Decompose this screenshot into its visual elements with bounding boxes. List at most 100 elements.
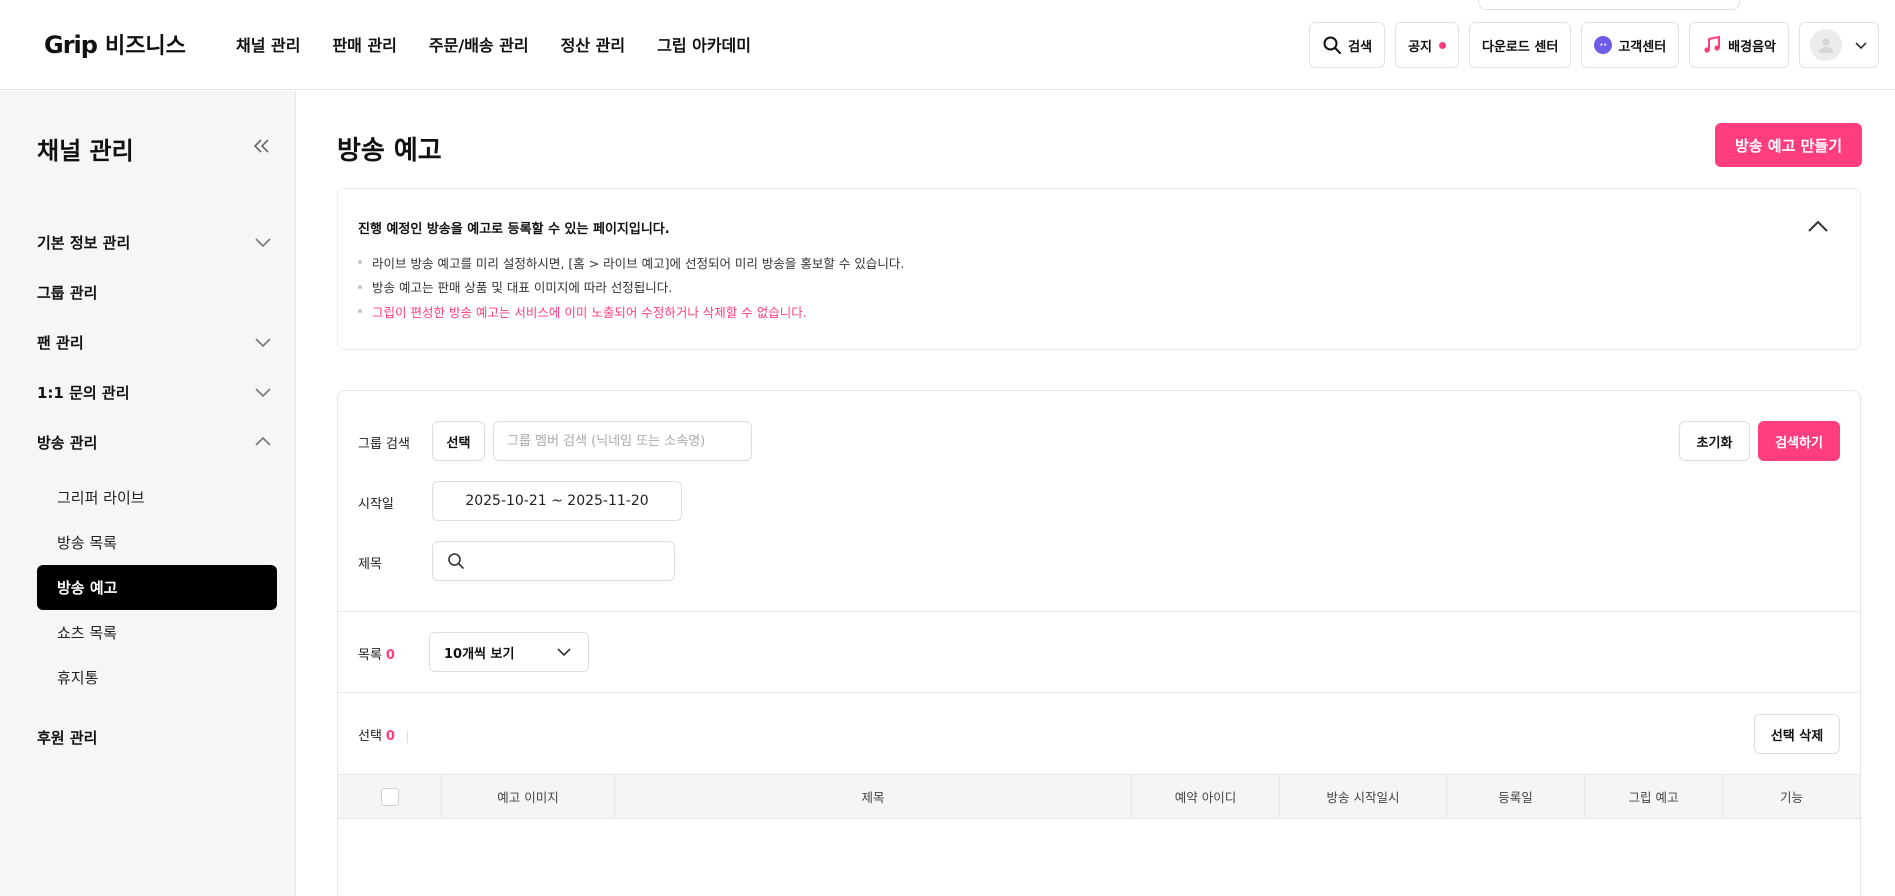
select-all-cell <box>338 775 442 818</box>
download-center-button[interactable]: 다운로드 센터 <box>1469 22 1572 68</box>
broadcast-submenu: 그리퍼 라이브 방송 목록 방송 예고 쇼츠 목록 휴지통 <box>37 467 277 712</box>
nav-orders[interactable]: 주문/배송 관리 <box>429 32 529 56</box>
global-nav: 채널 관리 판매 관리 주문/배송 관리 정산 관리 그립 아카데미 <box>236 32 751 56</box>
nav-settlement[interactable]: 정산 관리 <box>561 32 625 56</box>
notice-line: 라이브 방송 예고를 미리 설정하시면, [홈 > 라이브 예고]에 선정되어 … <box>358 250 904 275</box>
page-size-value: 10개씩 보기 <box>444 646 515 662</box>
nav-channel[interactable]: 채널 관리 <box>236 32 300 56</box>
collapse-sidebar-icon[interactable] <box>250 135 272 157</box>
header-notice-button[interactable]: 공지 <box>1395 22 1460 68</box>
sidebar-item-sponsor[interactable]: 후원 관리 <box>37 712 277 762</box>
table-header: 예고 이미지 제목 예약 아이디 방송 시작일시 등록일 그립 예고 기능 <box>338 774 1860 819</box>
notice-line: 방송 예고는 판매 상품 및 대표 이미지에 따라 선정됩니다. <box>358 275 904 300</box>
column-header[interactable]: 그립 예고 <box>1585 775 1723 818</box>
info-notice: 진행 예정인 방송을 예고로 등록할 수 있는 페이지입니다. 라이브 방송 예… <box>337 188 1861 350</box>
divider <box>338 611 1860 612</box>
selected-count: 선택 0 <box>358 725 408 744</box>
logo-brand: Grip <box>44 31 98 59</box>
chevron-up-icon[interactable] <box>1806 217 1830 235</box>
sidebar-menu: 기본 정보 관리 그룹 관리 팬 관리 1:1 문의 관리 방송 관리 그리퍼 … <box>37 217 277 762</box>
bgm-button[interactable]: 배경음악 <box>1689 22 1789 68</box>
sidebar-subitem-trash[interactable]: 휴지통 <box>37 655 277 700</box>
start-date-label: 시작일 <box>358 497 394 512</box>
sidebar-item-inquiry[interactable]: 1:1 문의 관리 <box>37 367 277 417</box>
sidebar-item-label: 1:1 문의 관리 <box>37 383 130 402</box>
top-header: Grip 비즈니스 채널 관리 판매 관리 주문/배송 관리 정산 관리 그립 … <box>0 0 1895 90</box>
notice-warning: 그립이 편성한 방송 예고는 서비스에 이미 노출되어 수정하거나 삭제할 수 … <box>358 299 904 324</box>
create-preview-button[interactable]: 방송 예고 만들기 <box>1714 123 1862 167</box>
sidebar-subitem-gripper-live[interactable]: 그리퍼 라이브 <box>37 475 277 520</box>
sidebar-subitem-shorts-list[interactable]: 쇼츠 목록 <box>37 610 277 655</box>
nav-academy[interactable]: 그립 아카데미 <box>657 32 751 56</box>
sidebar-item-label: 방송 관리 <box>37 433 98 452</box>
group-search-label: 그룹 검색 <box>358 437 410 452</box>
selected-count-value: 0 <box>385 729 395 744</box>
sidebar-item-fan[interactable]: 팬 관리 <box>37 317 277 367</box>
list-count: 목록 0 <box>358 644 395 663</box>
dropdown-edge <box>1478 0 1740 10</box>
column-header[interactable]: 방송 시작일시 <box>1280 775 1447 818</box>
download-label: 다운로드 센터 <box>1482 39 1559 55</box>
chevron-down-icon <box>1855 42 1867 50</box>
search-icon <box>448 553 464 569</box>
avatar <box>1810 29 1842 61</box>
sidebar-item-label: 후원 관리 <box>37 728 98 747</box>
sidebar-item-broadcast[interactable]: 방송 관리 <box>37 417 277 467</box>
column-header[interactable]: 등록일 <box>1447 775 1585 818</box>
profile-menu-button[interactable] <box>1799 22 1879 68</box>
sidebar-item-basic-info[interactable]: 기본 정보 관리 <box>37 217 277 267</box>
chevron-down-icon <box>557 648 571 657</box>
header-search-button[interactable]: 검색 <box>1309 22 1386 68</box>
chevron-down-icon <box>255 388 271 398</box>
selected-count-label: 선택 <box>358 729 382 744</box>
chevron-up-icon <box>255 436 271 446</box>
sidebar-item-label: 기본 정보 관리 <box>37 233 131 252</box>
date-range-picker[interactable]: 2025-10-21 ~ 2025-11-20 <box>432 481 682 521</box>
sidebar-item-group[interactable]: 그룹 관리 <box>37 267 277 317</box>
column-header[interactable]: 제목 <box>615 775 1132 818</box>
column-header[interactable]: 예약 아이디 <box>1132 775 1280 818</box>
sidebar-title: 채널 관리 <box>37 137 134 165</box>
sidebar-item-label: 그룹 관리 <box>37 283 98 302</box>
logo[interactable]: Grip 비즈니스 <box>44 28 186 60</box>
divider <box>338 692 1860 693</box>
list-count-label: 목록 <box>358 648 382 663</box>
chevron-down-icon <box>255 338 271 348</box>
sidebar-subitem-broadcast-list[interactable]: 방송 목록 <box>37 520 277 565</box>
new-dot-icon <box>1439 41 1447 49</box>
list-count-value: 0 <box>385 648 395 663</box>
chat-icon: ·· <box>1594 36 1613 54</box>
column-header[interactable]: 기능 <box>1723 775 1860 818</box>
notice-label: 공지 <box>1408 39 1433 55</box>
support-center-button[interactable]: ·· 고객센터 <box>1581 22 1680 68</box>
title-search-input[interactable] <box>432 541 675 581</box>
search-button[interactable]: 검색하기 <box>1758 421 1840 461</box>
search-list-panel: 그룹 검색 선택 초기화 검색하기 시작일 2025-10-21 ~ 2025-… <box>337 390 1861 896</box>
sidebar-subitem-broadcast-preview[interactable]: 방송 예고 <box>37 565 277 610</box>
date-range-value: 2025-10-21 ~ 2025-11-20 <box>465 493 649 509</box>
title-label: 제목 <box>358 557 382 572</box>
search-label: 검색 <box>1348 39 1373 55</box>
sidebar-item-label: 팬 관리 <box>37 333 84 352</box>
user-icon <box>1819 38 1833 53</box>
column-header[interactable]: 예고 이미지 <box>442 775 615 818</box>
header-actions: 검색 공지 다운로드 센터 ·· 고객센터 배경음악 <box>1309 22 1879 68</box>
chevron-down-icon <box>255 238 271 248</box>
group-member-search-input[interactable] <box>493 421 752 461</box>
logo-suffix: 비즈니스 <box>104 34 186 59</box>
select-all-checkbox[interactable] <box>380 787 399 806</box>
sidebar: 채널 관리 기본 정보 관리 그룹 관리 팬 관리 1:1 문의 관리 방송 관… <box>0 91 296 896</box>
main-content: 방송 예고 방송 예고 만들기 진행 예정인 방송을 예고로 등록할 수 있는 … <box>296 91 1895 896</box>
support-label: 고객센터 <box>1618 39 1667 55</box>
nav-sales[interactable]: 판매 관리 <box>332 32 396 56</box>
separator <box>406 730 408 743</box>
page-title: 방송 예고 <box>337 136 442 166</box>
reset-button[interactable]: 초기화 <box>1679 421 1750 461</box>
bgm-label: 배경음악 <box>1728 39 1776 55</box>
delete-selected-button[interactable]: 선택 삭제 <box>1754 714 1840 754</box>
notice-title: 진행 예정인 방송을 예고로 등록할 수 있는 페이지입니다. <box>358 222 670 237</box>
group-select-button[interactable]: 선택 <box>432 421 485 461</box>
notice-list: 라이브 방송 예고를 미리 설정하시면, [홈 > 라이브 예고]에 선정되어 … <box>358 250 904 324</box>
page-size-select[interactable]: 10개씩 보기 <box>429 632 589 672</box>
music-note-icon <box>1704 35 1721 53</box>
